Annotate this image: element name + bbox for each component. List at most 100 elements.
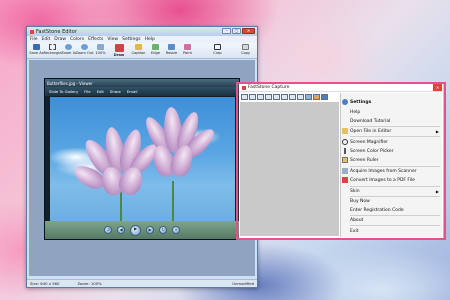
capture-window: FastStone Capture ✕ Settings Help Downlo…	[239, 84, 443, 238]
play-icon[interactable]: ▶	[130, 224, 141, 236]
viewer-navigation: ↺ ◀ ▶ ▶ ↻ ✕	[45, 221, 239, 239]
menu-effects[interactable]: Effects	[88, 37, 103, 42]
viewer-toolbar: Slide To Gallery File Edit Share Email	[45, 87, 239, 96]
zoom-in-icon	[65, 44, 72, 50]
copy-button[interactable]: Copy	[238, 43, 253, 55]
capture-active-window-icon[interactable]	[241, 94, 248, 100]
paint-button[interactable]: Paint	[180, 43, 195, 55]
menu-edit[interactable]: Edit	[42, 37, 51, 42]
capture-editor-icon[interactable]	[313, 94, 320, 100]
resize-button[interactable]: Resize	[164, 43, 179, 55]
viewer-email-button[interactable]: Email	[127, 89, 138, 94]
flower-photo	[50, 97, 235, 223]
zoom-100-button[interactable]: 100%	[93, 43, 108, 55]
zoom-out-icon	[81, 44, 88, 50]
next-icon[interactable]: ▶	[146, 226, 154, 234]
menu-item-help[interactable]: Help	[341, 108, 442, 116]
menu-separator	[350, 136, 440, 137]
crop-icon	[214, 44, 221, 50]
menu-view[interactable]: View	[107, 37, 118, 42]
menu-item-skin[interactable]: Skin ▶	[341, 187, 442, 195]
app-icon	[30, 29, 34, 34]
menu-item-exit[interactable]: Exit	[341, 227, 442, 235]
previous-icon[interactable]: ◀	[117, 226, 125, 234]
resize-icon	[168, 44, 175, 50]
draw-icon	[114, 44, 124, 52]
submenu-arrow-icon: ▶	[435, 188, 439, 194]
menu-settings[interactable]: Settings	[122, 37, 140, 42]
settings-icon	[342, 99, 348, 105]
capture-scrolling-icon[interactable]	[281, 94, 288, 100]
viewer-share-button[interactable]: Share	[110, 89, 121, 94]
rectangle-icon	[49, 44, 56, 50]
menu-item-about[interactable]: About	[341, 216, 442, 224]
menu-item-registration[interactable]: Enter Registration Code	[341, 206, 442, 214]
zoom-in-button[interactable]: Zoom In	[61, 43, 76, 55]
capture-output-icon[interactable]	[305, 94, 312, 100]
maximize-button[interactable]: □	[232, 28, 241, 34]
capture-title: FastStone Capture	[248, 85, 290, 90]
capture-fixed-region-icon[interactable]	[289, 94, 296, 100]
viewer-title: Butterflies.jpg - Viewer	[45, 79, 239, 87]
minimize-button[interactable]: –	[222, 28, 231, 34]
folder-icon	[342, 128, 348, 134]
save-icon	[33, 44, 40, 50]
capture-toolbar	[240, 93, 339, 101]
capture-fullscreen-icon[interactable]	[273, 94, 280, 100]
capture-titlebar[interactable]: FastStone Capture ✕	[239, 84, 443, 92]
menu-item-download-tutorial[interactable]: Download Tutorial	[341, 117, 442, 125]
capture-background	[240, 102, 339, 236]
pdf-icon	[342, 177, 348, 183]
menu-item-open-file[interactable]: Open File in Editor ▶	[341, 127, 442, 135]
editor-toolbar: Save As Rectangle Zoom In Zoom Out 100% …	[27, 43, 257, 59]
editor-statusbar: Size: 640 x 560 Zoom: 100% Unmodified	[27, 279, 257, 287]
menu-file[interactable]: File	[30, 37, 38, 42]
menu-help[interactable]: Help	[145, 37, 155, 42]
capture-settings-icon[interactable]	[321, 94, 328, 100]
viewer-gallery-button[interactable]: Slide To Gallery	[49, 89, 78, 94]
viewer-file-button[interactable]: File	[84, 89, 90, 94]
copy-icon	[242, 44, 249, 50]
editor-menubar: File Edit Draw Colors Effects View Setti…	[27, 36, 257, 43]
delete-icon[interactable]: ✕	[172, 226, 180, 234]
menu-item-buy-now[interactable]: Buy Now	[341, 197, 442, 205]
capture-app-icon	[242, 85, 246, 90]
save-as-button[interactable]: Save As	[29, 43, 44, 55]
submenu-arrow-icon: ▶	[435, 128, 439, 134]
editor-titlebar[interactable]: FastStone Editor – □ ✕	[27, 27, 257, 36]
caption-button[interactable]: Caption	[130, 43, 147, 55]
edge-button[interactable]: Edge	[148, 43, 163, 55]
capture-close-button[interactable]: ✕	[433, 84, 442, 91]
magnifier-icon	[342, 139, 348, 145]
menu-item-screen-magnifier[interactable]: Screen Magnifier	[341, 138, 442, 146]
menu-item-convert-pdf[interactable]: Convert Images to a PDF File	[341, 176, 442, 184]
ruler-icon	[342, 157, 348, 163]
draw-button[interactable]: Draw	[109, 43, 129, 57]
menu-item-color-picker[interactable]: Screen Color Picker	[341, 147, 442, 155]
capture-freehand-icon[interactable]	[265, 94, 272, 100]
zoom-status: Zoom: 100%	[77, 281, 102, 286]
menu-colors[interactable]: Colors	[70, 37, 84, 42]
color-picker-icon	[344, 148, 346, 154]
rotate-right-icon[interactable]: ↻	[159, 226, 167, 234]
zoom-actual-icon	[97, 44, 104, 50]
capture-rectangle-icon[interactable]	[257, 94, 264, 100]
rotate-left-icon[interactable]: ↺	[104, 226, 112, 234]
zoom-out-button[interactable]: Zoom Out	[75, 43, 94, 55]
paint-icon	[184, 44, 191, 50]
settings-context-menu: Settings Help Download Tutorial Open Fil…	[340, 93, 442, 237]
caption-icon	[135, 44, 142, 50]
rectangle-button[interactable]: Rectangle	[44, 43, 61, 55]
image-viewer: Butterflies.jpg - Viewer Slide To Galler…	[44, 78, 240, 240]
menu-item-settings[interactable]: Settings	[341, 98, 442, 106]
capture-window-object-icon[interactable]	[249, 94, 256, 100]
capture-video-icon[interactable]	[297, 94, 304, 100]
viewer-edit-button[interactable]: Edit	[97, 89, 104, 94]
menu-item-screen-ruler[interactable]: Screen Ruler	[341, 156, 442, 164]
crop-button[interactable]: Crop	[210, 43, 225, 55]
menu-item-acquire-scanner[interactable]: Acquire Images from Scanner	[341, 167, 442, 175]
editor-title: FastStone Editor	[36, 28, 77, 35]
menu-draw[interactable]: Draw	[54, 37, 66, 42]
close-button[interactable]: ✕	[242, 28, 255, 34]
image-size-status: Size: 640 x 560	[30, 281, 60, 286]
